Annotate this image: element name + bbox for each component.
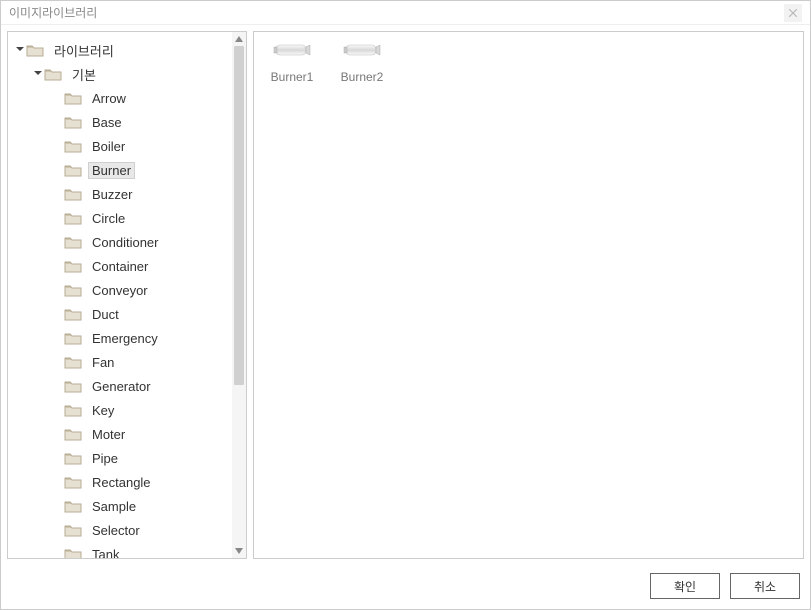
folder-icon <box>64 235 82 249</box>
tree-item-label: Conveyor <box>88 282 152 299</box>
ok-button[interactable]: 확인 <box>650 573 720 599</box>
folder-icon <box>64 163 82 177</box>
image-library-window: 이미지라이브러리 라이브러리 <box>0 0 811 610</box>
window-title: 이미지라이브러리 <box>9 4 97 21</box>
folder-icon <box>64 427 82 441</box>
folder-icon <box>64 91 82 105</box>
tree-item[interactable]: Arrow <box>14 86 230 110</box>
burner-icon <box>342 42 382 60</box>
collapse-icon[interactable] <box>14 45 26 56</box>
folder-icon <box>64 259 82 273</box>
folder-icon <box>64 499 82 513</box>
thumbnail-label: Burner1 <box>271 70 314 84</box>
tree-item-label: Conditioner <box>88 234 163 251</box>
tree-item-label: Arrow <box>88 90 130 107</box>
burner-icon <box>272 42 312 60</box>
tree-item[interactable]: Buzzer <box>14 182 230 206</box>
tree-root[interactable]: 라이브러리 <box>14 38 230 62</box>
tree-item-label: Key <box>88 402 118 419</box>
folder-icon <box>64 115 82 129</box>
tree-item[interactable]: Conditioner <box>14 230 230 254</box>
folder-icon <box>64 283 82 297</box>
titlebar: 이미지라이브러리 <box>1 1 810 25</box>
dialog-footer: 확인 취소 <box>1 565 810 609</box>
folder-icon <box>64 379 82 393</box>
scroll-up-icon[interactable] <box>232 32 246 46</box>
folder-icon <box>44 67 62 81</box>
tree-item-label: Container <box>88 258 152 275</box>
tree-content: 라이브러리 기본 ArrowBaseBoilerBurne <box>8 32 232 558</box>
tree-root-label: 라이브러리 <box>50 40 118 61</box>
tree-item-label: Pipe <box>88 450 122 467</box>
tree-item[interactable]: Fan <box>14 350 230 374</box>
tree-item[interactable]: Duct <box>14 302 230 326</box>
cancel-button[interactable]: 취소 <box>730 573 800 599</box>
folder-icon <box>64 331 82 345</box>
folder-icon <box>64 523 82 537</box>
tree-panel: 라이브러리 기본 ArrowBaseBoilerBurne <box>7 31 247 559</box>
folder-icon <box>64 187 82 201</box>
folder-icon <box>64 139 82 153</box>
tree-item-label: Circle <box>88 210 129 227</box>
content-panel: Burner1 Burner2 <box>253 31 804 559</box>
tree-item-label: Boiler <box>88 138 129 155</box>
folder-icon <box>64 355 82 369</box>
tree-item[interactable]: Conveyor <box>14 278 230 302</box>
dialog-body: 라이브러리 기본 ArrowBaseBoilerBurne <box>1 25 810 565</box>
thumbnail-item[interactable]: Burner1 <box>264 42 320 84</box>
tree-item-label: Sample <box>88 498 140 515</box>
tree-child[interactable]: 기본 <box>14 62 230 86</box>
thumbnail-label: Burner2 <box>341 70 384 84</box>
tree-item[interactable]: Sample <box>14 494 230 518</box>
tree-item-label: Emergency <box>88 330 162 347</box>
close-icon[interactable] <box>784 4 802 22</box>
scroll-down-icon[interactable] <box>232 544 246 558</box>
tree-item[interactable]: Rectangle <box>14 470 230 494</box>
tree-item[interactable]: Emergency <box>14 326 230 350</box>
folder-icon <box>26 43 44 57</box>
tree-item[interactable]: Generator <box>14 374 230 398</box>
tree-item[interactable]: Moter <box>14 422 230 446</box>
tree-item-label: Generator <box>88 378 155 395</box>
folder-icon <box>64 451 82 465</box>
folder-icon <box>64 403 82 417</box>
scrollbar-thumb[interactable] <box>234 46 244 385</box>
tree-item-label: Rectangle <box>88 474 155 491</box>
collapse-icon[interactable] <box>32 69 44 80</box>
tree-child-label: 기본 <box>68 64 100 85</box>
tree-item[interactable]: Circle <box>14 206 230 230</box>
tree-item[interactable]: Burner <box>14 158 230 182</box>
tree-item[interactable]: Selector <box>14 518 230 542</box>
tree-item-label: Base <box>88 114 126 131</box>
folder-icon <box>64 475 82 489</box>
tree-item[interactable]: Pipe <box>14 446 230 470</box>
folder-icon <box>64 547 82 558</box>
tree-item-label: Burner <box>88 162 135 179</box>
tree-item-label: Selector <box>88 522 144 539</box>
scrollbar[interactable] <box>232 32 246 558</box>
tree-item-label: Buzzer <box>88 186 136 203</box>
tree-item-label: Moter <box>88 426 129 443</box>
tree-item[interactable]: Key <box>14 398 230 422</box>
folder-icon <box>64 211 82 225</box>
tree-item-label: Tank <box>88 546 123 559</box>
tree-item[interactable]: Container <box>14 254 230 278</box>
tree-item[interactable]: Base <box>14 110 230 134</box>
scrollbar-track[interactable] <box>232 46 246 544</box>
tree-item-label: Fan <box>88 354 118 371</box>
folder-icon <box>64 307 82 321</box>
tree-item-label: Duct <box>88 306 123 323</box>
tree-item[interactable]: Boiler <box>14 134 230 158</box>
tree-item[interactable]: Tank <box>14 542 230 558</box>
thumbnail-item[interactable]: Burner2 <box>334 42 390 84</box>
